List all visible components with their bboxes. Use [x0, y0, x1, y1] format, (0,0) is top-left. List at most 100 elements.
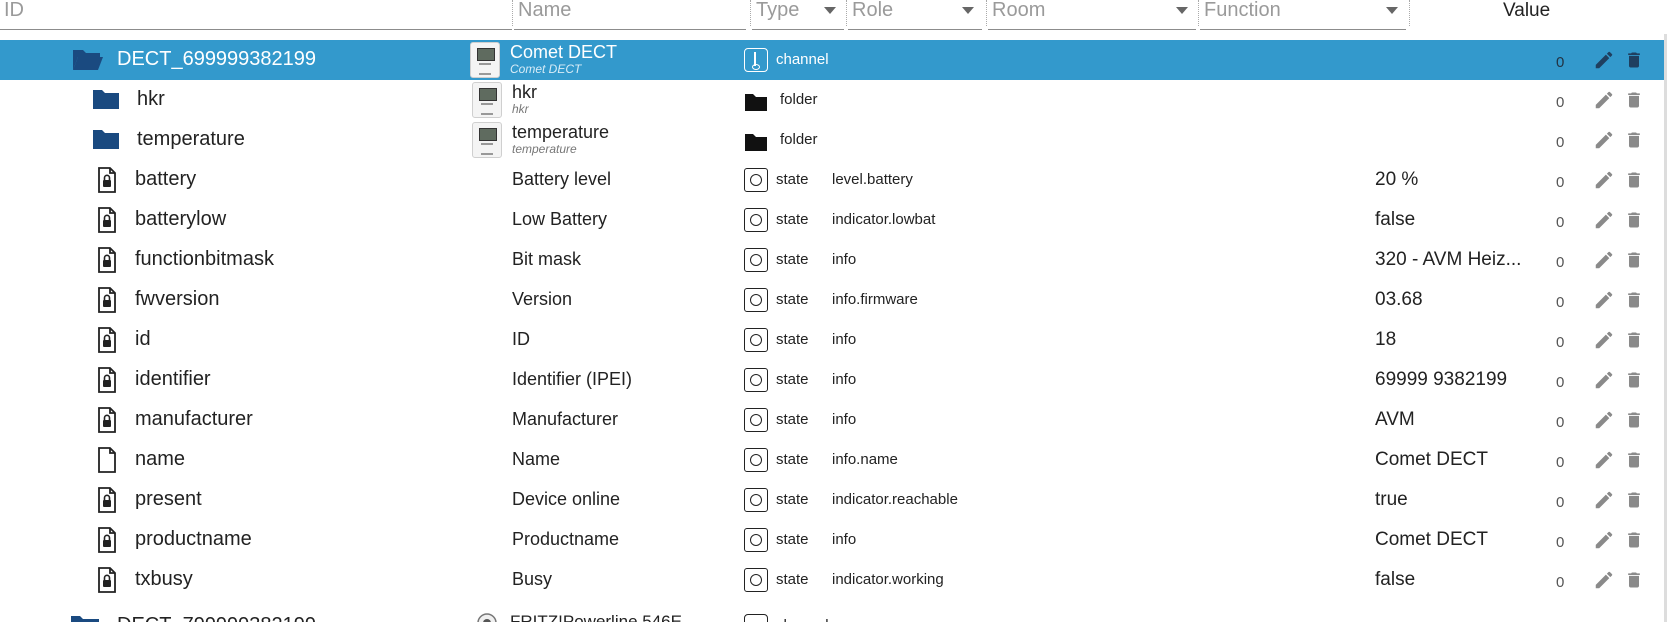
edit-icon[interactable]	[1593, 249, 1615, 271]
object-name: temperature temperature	[512, 122, 610, 156]
object-value[interactable]: false	[1375, 209, 1535, 231]
object-id: txbusy	[135, 568, 193, 590]
object-role: indicator.lowbat	[832, 211, 936, 228]
edit-icon[interactable]	[1593, 329, 1615, 351]
device-thumbnail	[477, 613, 497, 622]
object-name: Identifier (IPEI)	[512, 369, 633, 389]
object-value[interactable]: Comet DECT	[1375, 449, 1535, 471]
delete-icon[interactable]	[1624, 249, 1644, 271]
object-role: info	[832, 331, 857, 348]
tree-row-state[interactable]: functionbitmask Bit mask state info 320 - AV…	[0, 240, 1667, 280]
object-count: 0	[1556, 334, 1565, 351]
function-filter-select[interactable]: Function	[1200, 0, 1406, 30]
id-filter-input[interactable]: ID	[0, 0, 512, 30]
tree-row-state[interactable]: name Name state info.name Comet DECT 0	[0, 440, 1667, 480]
tree-row-channel-selected[interactable]: DECT_699999382199 Comet DECT Comet DECT …	[0, 40, 1667, 80]
tree-row-state[interactable]: id ID state info 18 0	[0, 320, 1667, 360]
edit-icon[interactable]	[1593, 209, 1615, 231]
tree-row-channel[interactable]: DECT_799999382199 FRITZ!Powerline 546E c…	[0, 600, 1667, 622]
folder-icon	[745, 134, 767, 151]
object-count: 0	[1556, 214, 1565, 231]
edit-icon[interactable]	[1593, 369, 1615, 391]
object-role: info	[832, 371, 857, 388]
object-role: info.firmware	[832, 291, 918, 308]
edit-icon[interactable]	[1593, 89, 1615, 111]
folder-open-icon[interactable]	[72, 46, 104, 72]
edit-icon[interactable]	[1593, 409, 1615, 431]
object-id: batterylow	[135, 208, 227, 230]
object-value[interactable]: 20 %	[1375, 169, 1535, 191]
tree-row-folder[interactable]: temperature temperature temperature fold…	[0, 120, 1667, 160]
object-name: Low Battery	[512, 209, 608, 229]
tree-row-folder[interactable]: hkr hkr hkr folder 0	[0, 80, 1667, 120]
object-value[interactable]: 03.68	[1375, 289, 1535, 311]
delete-icon[interactable]	[1624, 409, 1644, 431]
folder-icon[interactable]	[92, 128, 120, 150]
delete-icon[interactable]	[1624, 289, 1644, 311]
edit-icon[interactable]	[1593, 569, 1615, 591]
tree-row-state[interactable]: identifier Identifier (IPEI) state info 6999…	[0, 360, 1667, 400]
object-value[interactable]: AVM	[1375, 409, 1535, 431]
edit-icon[interactable]	[1593, 129, 1615, 151]
edit-icon[interactable]	[1593, 449, 1615, 471]
object-role: indicator.reachable	[832, 491, 958, 508]
delete-icon[interactable]	[1624, 489, 1644, 511]
object-name: Device online	[512, 489, 621, 509]
name-filter-input[interactable]: Name	[514, 0, 746, 30]
object-name: hkr hkr	[512, 82, 538, 116]
folder-icon[interactable]	[92, 88, 120, 110]
delete-icon[interactable]	[1624, 329, 1644, 351]
object-role: info	[832, 251, 857, 268]
object-value[interactable]: false	[1375, 569, 1535, 591]
device-thumbnail	[472, 122, 502, 158]
object-type: state	[776, 531, 809, 548]
object-role: indicator.working	[832, 571, 944, 588]
tree-row-state[interactable]: batterylow Low Battery state indicator.lowb…	[0, 200, 1667, 240]
delete-icon[interactable]	[1624, 129, 1644, 151]
object-name: Battery level	[512, 169, 612, 189]
object-count: 0	[1556, 54, 1565, 71]
state-icon	[744, 528, 768, 552]
object-type: state	[776, 291, 809, 308]
object-value[interactable]: Comet DECT	[1375, 529, 1535, 551]
delete-icon[interactable]	[1624, 529, 1644, 551]
delete-icon[interactable]	[1624, 569, 1644, 591]
object-count: 0	[1556, 374, 1565, 391]
state-icon	[744, 288, 768, 312]
tree-row-state[interactable]: manufacturer Manufacturer state info AVM 0	[0, 400, 1667, 440]
file-lock-icon	[97, 287, 117, 313]
file-lock-icon	[97, 327, 117, 353]
tree-row-state[interactable]: fwversion Version state info.firmware 03.68 0	[0, 280, 1667, 320]
object-id: present	[135, 488, 202, 510]
object-value[interactable]: 18	[1375, 329, 1535, 351]
object-role: info	[832, 531, 857, 548]
edit-icon[interactable]	[1593, 169, 1615, 191]
edit-icon[interactable]	[1593, 489, 1615, 511]
column-divider	[750, 0, 751, 26]
object-value[interactable]: 320 - AVM Heiz...	[1375, 249, 1535, 271]
object-value[interactable]: true	[1375, 489, 1535, 511]
tree-row-state[interactable]: productname Productname state info Comet DEC…	[0, 520, 1667, 560]
room-filter-select[interactable]: Room	[988, 0, 1196, 30]
tree-row-state[interactable]: txbusy Busy state indicator.working false 0	[0, 560, 1667, 600]
object-type: folder	[780, 131, 818, 148]
type-filter-select[interactable]: Type	[752, 0, 844, 30]
delete-icon[interactable]	[1624, 449, 1644, 471]
edit-icon[interactable]	[1593, 529, 1615, 551]
delete-icon[interactable]	[1624, 49, 1644, 71]
delete-icon[interactable]	[1624, 169, 1644, 191]
object-id: id	[135, 328, 151, 350]
object-type: state	[776, 251, 809, 268]
tree-row-state[interactable]: battery Battery level state level.battery 20…	[0, 160, 1667, 200]
tree-row-state[interactable]: present Device online state indicator.reach…	[0, 480, 1667, 520]
folder-icon[interactable]	[70, 614, 100, 622]
edit-icon[interactable]	[1593, 289, 1615, 311]
delete-icon[interactable]	[1624, 369, 1644, 391]
delete-icon[interactable]	[1624, 209, 1644, 231]
edit-icon[interactable]	[1593, 49, 1615, 71]
object-value[interactable]: 69999 9382199	[1375, 369, 1535, 391]
state-icon	[744, 208, 768, 232]
object-id: fwversion	[135, 288, 220, 310]
role-filter-select[interactable]: Role	[848, 0, 982, 30]
delete-icon[interactable]	[1624, 89, 1644, 111]
